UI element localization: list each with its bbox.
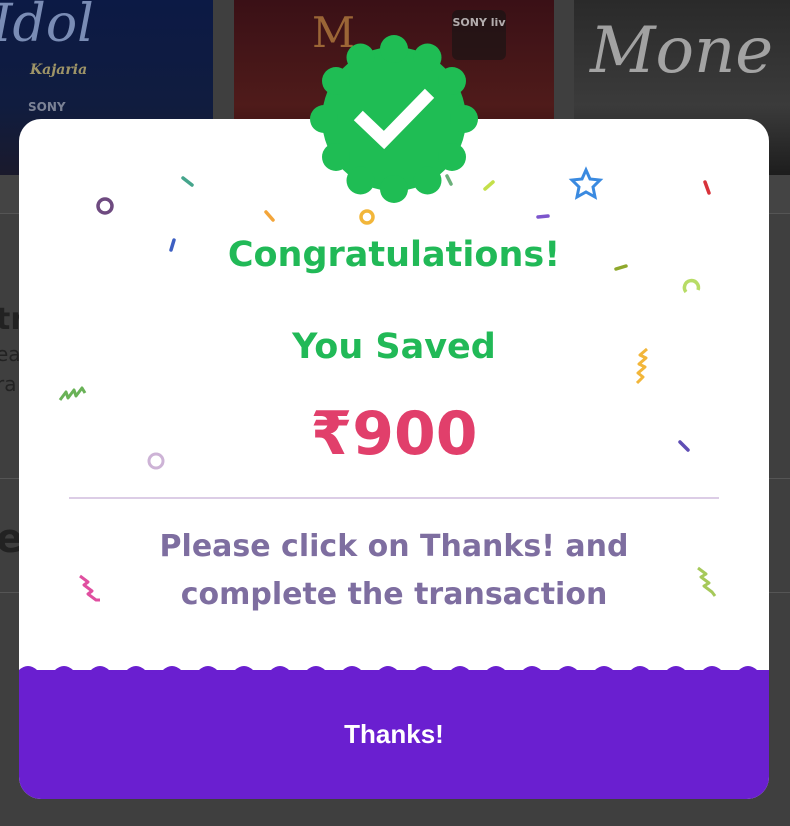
tile-title: Mone xyxy=(590,14,774,88)
tile-title: Idol xyxy=(0,0,94,54)
tile-subtitle: Kajaria xyxy=(30,62,88,78)
tile-logo: SONY xyxy=(28,100,66,114)
congratulations-title: Congratulations! xyxy=(227,235,561,275)
check-badge-icon xyxy=(310,35,478,203)
content-divider xyxy=(69,497,719,499)
tile-channel-badge-text: SONY liv xyxy=(452,16,506,29)
thanks-button[interactable]: Thanks! xyxy=(19,670,769,799)
background-text-fragment: ra xyxy=(0,372,17,396)
instruction-line: complete the transaction xyxy=(180,577,608,612)
instruction-line: Please click on Thanks! and xyxy=(159,529,629,564)
saved-amount: ₹900 xyxy=(310,399,478,469)
you-saved-label: You Saved xyxy=(292,327,496,367)
instruction-message: Please click on Thanks! and complete the… xyxy=(119,523,669,619)
background-text-fragment: ea xyxy=(0,342,21,366)
savings-success-dialog: Congratulations! You Saved ₹900 Please c… xyxy=(19,119,769,799)
